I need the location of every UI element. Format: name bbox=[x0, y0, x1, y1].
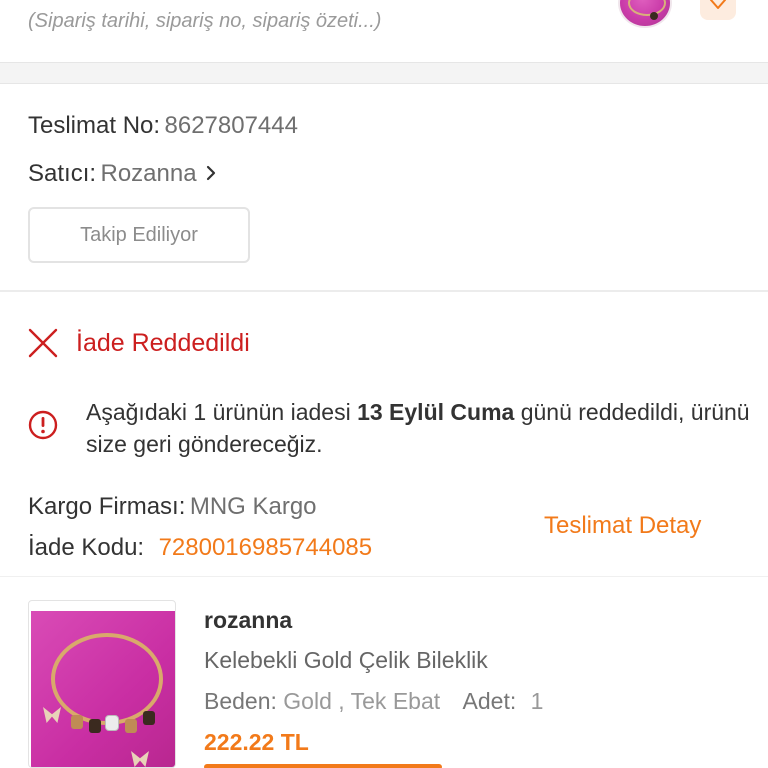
seller-row[interactable]: Satıcı: Rozanna bbox=[28, 160, 217, 188]
bead bbox=[125, 719, 137, 733]
cargo-label: Kargo Firması: bbox=[28, 493, 186, 520]
favorite-button[interactable] bbox=[700, 0, 736, 20]
seller-label: Satıcı: bbox=[28, 160, 97, 187]
return-status: İade Reddedildi bbox=[28, 328, 250, 358]
butterfly-charm bbox=[43, 707, 61, 723]
section-separator bbox=[0, 62, 768, 84]
chevron-right-icon[interactable] bbox=[205, 164, 217, 182]
order-search-header: (Sipariş tarihi, sipariş no, sipariş öze… bbox=[0, 0, 768, 62]
search-hint[interactable]: (Sipariş tarihi, sipariş no, sipariş öze… bbox=[28, 10, 381, 33]
product-name[interactable]: Kelebekli Gold Çelik Bileklik bbox=[204, 647, 488, 674]
qty-label: Adet: bbox=[462, 688, 517, 714]
seller-name[interactable]: Rozanna bbox=[100, 160, 196, 187]
product-price: 222.22 TL bbox=[204, 729, 309, 755]
bead bbox=[71, 715, 83, 729]
cargo-company: MNG Kargo bbox=[189, 493, 317, 520]
message-prefix: Aşağıdaki 1 ürünün iadesi bbox=[86, 399, 358, 425]
return-code-row: İade Kodu: 7280016985744085 bbox=[28, 534, 372, 562]
product-brand[interactable]: rozanna bbox=[204, 607, 292, 634]
following-button[interactable]: Takip Ediliyor bbox=[28, 207, 250, 263]
order-thumbnail[interactable] bbox=[618, 0, 672, 28]
product-photo bbox=[31, 611, 175, 767]
rhinestone-bead bbox=[105, 715, 119, 731]
heart-outline-icon bbox=[710, 0, 726, 9]
return-info-message: Aşağıdaki 1 ürünün iadesi 13 Eylül Cuma … bbox=[86, 396, 766, 460]
action-button-edge[interactable] bbox=[204, 764, 442, 768]
message-date: 13 Eylül Cuma bbox=[357, 399, 515, 425]
delivery-no-row: Teslimat No: 8627807444 bbox=[28, 112, 298, 140]
bead bbox=[143, 711, 155, 725]
bracelet-charm bbox=[650, 12, 658, 20]
butterfly-charm bbox=[131, 751, 149, 767]
cargo-row: Kargo Firması: MNG Kargo bbox=[28, 493, 317, 521]
product-image[interactable] bbox=[28, 600, 176, 768]
size-value: Gold , Tek Ebat bbox=[283, 688, 441, 714]
info-icon bbox=[28, 410, 58, 440]
return-code-value[interactable]: 7280016985744085 bbox=[159, 534, 373, 561]
delivery-no-label: Teslimat No: bbox=[28, 112, 161, 139]
close-x-icon bbox=[28, 328, 58, 358]
qty-value: 1 bbox=[530, 688, 544, 714]
bracelet-chain bbox=[628, 0, 666, 16]
divider bbox=[0, 290, 768, 292]
size-label: Beden: bbox=[204, 688, 277, 714]
delivery-no-value: 8627807444 bbox=[164, 112, 298, 139]
return-code-label: İade Kodu: bbox=[28, 534, 145, 561]
delivery-detail-link[interactable]: Teslimat Detay bbox=[544, 512, 701, 540]
return-status-title: İade Reddedildi bbox=[76, 328, 250, 357]
bead bbox=[89, 719, 101, 733]
product-attributes: Beden: Gold , Tek Ebat Adet: 1 bbox=[204, 688, 543, 715]
